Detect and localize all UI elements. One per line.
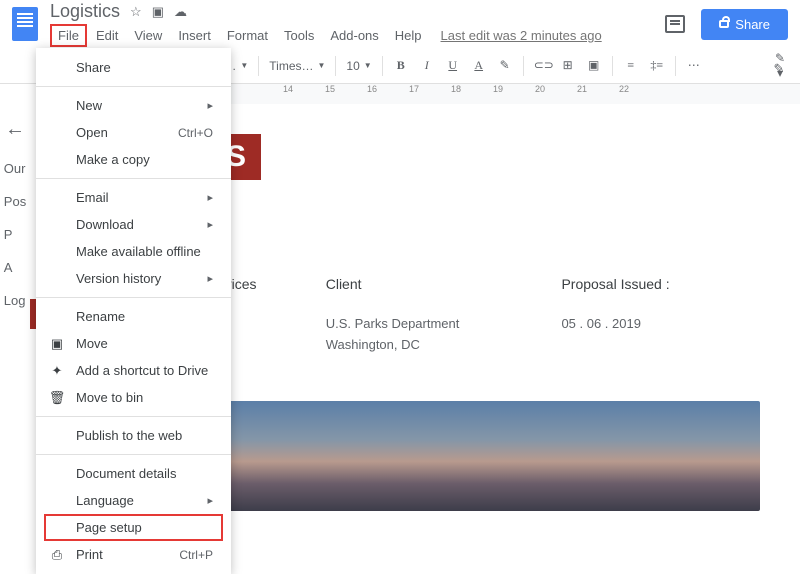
comments-icon[interactable] (665, 15, 685, 33)
submenu-arrow-icon: ▸ (207, 218, 213, 231)
outline-item[interactable]: Our (4, 161, 26, 176)
highlight-button[interactable]: ✎ (497, 58, 513, 73)
menu-page-setup[interactable]: Page setup (44, 514, 223, 541)
edit-tool-icon[interactable]: ✎ (766, 56, 792, 82)
menu-print[interactable]: ⎙PrintCtrl+P (36, 541, 231, 568)
menu-rename[interactable]: Rename (36, 303, 231, 330)
proposal-date: 05 . 06 . 2019 (561, 314, 750, 335)
ruler[interactable]: 141516171819202122 (205, 84, 800, 104)
comment-button[interactable]: ⊞ (560, 58, 576, 73)
move-icon[interactable]: ▣ (152, 4, 164, 20)
menu-email[interactable]: Email▸ (36, 184, 231, 211)
menu-download[interactable]: Download▸ (36, 211, 231, 238)
outline-item[interactable]: A (4, 260, 26, 275)
docs-app-icon[interactable] (12, 7, 38, 41)
client-line: U.S. Parks Department (326, 314, 562, 335)
submenu-arrow-icon: ▸ (207, 99, 213, 112)
menu-tools[interactable]: Tools (277, 24, 321, 47)
folder-icon: ▣ (48, 336, 66, 352)
menu-insert[interactable]: Insert (171, 24, 218, 47)
document-title[interactable]: Logistics (50, 1, 120, 22)
bold-button[interactable]: B (393, 58, 409, 73)
italic-button[interactable]: I (419, 58, 435, 73)
menu-move-to-bin[interactable]: 🗑Move to bin (36, 384, 231, 411)
trash-icon: 🗑 (48, 390, 66, 406)
outline-item[interactable]: Log (4, 293, 26, 308)
image-button[interactable]: ▣ (586, 58, 602, 73)
menu-format[interactable]: Format (220, 24, 275, 47)
menu-publish[interactable]: Publish to the web (36, 422, 231, 449)
cloud-icon: ☁ (174, 4, 187, 20)
submenu-arrow-icon: ▸ (207, 191, 213, 204)
menu-move[interactable]: ▣Move (36, 330, 231, 357)
menu-document-details[interactable]: Document details (36, 460, 231, 487)
font-size-select[interactable]: 10▼ (346, 59, 371, 73)
outline-item[interactable]: P (4, 227, 26, 242)
menu-file[interactable]: File (50, 24, 87, 47)
menu-add-shortcut[interactable]: ✦Add a shortcut to Drive (36, 357, 231, 384)
line-spacing-button[interactable]: ‡≡ (649, 58, 665, 73)
print-icon: ⎙ (48, 547, 66, 563)
align-button[interactable]: ≡ (623, 58, 639, 73)
submenu-arrow-icon: ▸ (207, 494, 213, 507)
menu-open[interactable]: OpenCtrl+O (36, 119, 231, 146)
shortcut-icon: ✦ (48, 363, 66, 379)
menu-help[interactable]: Help (388, 24, 429, 47)
more-button[interactable]: ⋯ (686, 58, 702, 73)
menu-version-history[interactable]: Version history▸ (36, 265, 231, 292)
proposal-heading: Proposal Issued : (561, 276, 750, 292)
share-label: Share (735, 17, 770, 32)
underline-button[interactable]: U (445, 58, 461, 73)
menu-new[interactable]: New▸ (36, 92, 231, 119)
font-select[interactable]: Times…▼ (269, 59, 325, 73)
share-button[interactable]: Share (701, 9, 788, 40)
client-heading: Client (326, 276, 562, 292)
lock-icon (719, 20, 729, 28)
star-icon[interactable]: ☆ (130, 4, 142, 20)
menu-offline[interactable]: Make available offline (36, 238, 231, 265)
menu-make-copy[interactable]: Make a copy (36, 146, 231, 173)
link-button[interactable]: ⊂⊃ (534, 58, 550, 73)
menu-addons[interactable]: Add-ons (323, 24, 385, 47)
client-line: Washington, DC (326, 335, 562, 356)
shortcut-text: Ctrl+O (178, 126, 213, 140)
shortcut-text: Ctrl+P (179, 548, 213, 562)
menu-language[interactable]: Language▸ (36, 487, 231, 514)
text-color-button[interactable]: A (471, 58, 487, 73)
menu-edit[interactable]: Edit (89, 24, 125, 47)
last-edit-link[interactable]: Last edit was 2 minutes ago (441, 28, 602, 43)
menu-share[interactable]: Share (36, 54, 231, 81)
menu-view[interactable]: View (127, 24, 169, 47)
submenu-arrow-icon: ▸ (207, 272, 213, 285)
file-menu-dropdown: Share New▸ OpenCtrl+O Make a copy Email▸… (36, 48, 231, 574)
outline-back-icon[interactable]: ← (5, 118, 25, 141)
outline-item[interactable]: Pos (4, 194, 26, 209)
